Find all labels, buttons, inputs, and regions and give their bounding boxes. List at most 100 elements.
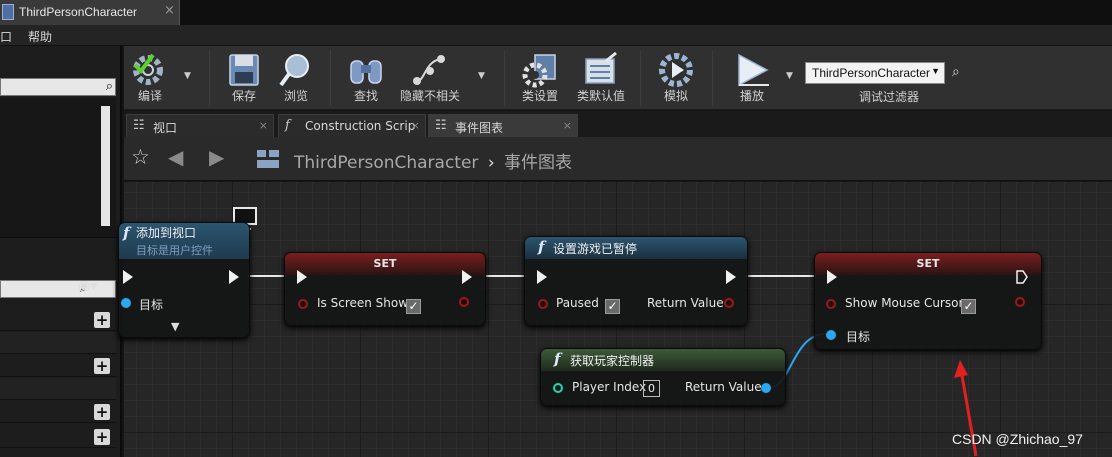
add-variable-icon[interactable]: +: [94, 404, 110, 420]
menu-item-window[interactable]: 口: [0, 28, 12, 45]
player-index-pin[interactable]: [553, 383, 563, 393]
node-title: 获取玩家控制器: [570, 354, 655, 368]
node-title: SET: [373, 257, 397, 270]
close-icon[interactable]: ×: [259, 119, 268, 132]
node-set-is-screen-show[interactable]: SET Is Screen Show ✓: [284, 252, 486, 326]
exec-out-pin[interactable]: [1016, 270, 1028, 284]
add-function-icon[interactable]: +: [94, 358, 110, 374]
back-arrow-icon[interactable]: ◀: [168, 145, 183, 169]
tab-viewport-label: 视口: [153, 121, 178, 135]
browse-icon: [279, 54, 309, 87]
class-settings-icon: [522, 54, 556, 88]
variables-section[interactable]: [0, 378, 116, 400]
exec-in-pin[interactable]: [537, 270, 547, 284]
exec-in-pin[interactable]: [123, 270, 133, 284]
window-tab[interactable]: ThirdPersonCharacter ×: [0, 0, 180, 25]
play-button[interactable]: 播放: [728, 46, 776, 108]
watermark: CSDN @Zhichao_97: [952, 431, 1083, 447]
star-icon[interactable]: ☆: [131, 145, 150, 169]
function-icon: f: [285, 118, 290, 133]
show-mouse-cursor-input-pin[interactable]: [826, 299, 836, 309]
bool-output-pin[interactable]: [459, 297, 469, 307]
player-index-input[interactable]: 0: [643, 380, 660, 397]
function-icon: f: [554, 350, 561, 368]
find-button[interactable]: 查找: [344, 46, 388, 108]
breadcrumb-current: 事件图表: [504, 153, 573, 173]
tab-construction-script-label: Construction Scrip: [305, 119, 416, 133]
my-blueprint-search-input[interactable]: ⌕: [0, 280, 116, 298]
close-icon[interactable]: ×: [563, 119, 572, 132]
chevron-down-icon: ▼: [931, 66, 940, 76]
components-search-input[interactable]: ⌕: [0, 78, 116, 96]
tab-event-graph[interactable]: ☷ 事件图表 ×: [428, 114, 578, 137]
window-titlebar: ThirdPersonCharacter ×: [0, 0, 1112, 25]
breadcrumb: ThirdPersonCharacter › 事件图表: [294, 148, 572, 173]
close-icon[interactable]: ×: [164, 3, 175, 18]
event-dispatchers-section[interactable]: +: [0, 401, 116, 423]
target-pin[interactable]: [121, 298, 131, 308]
compile-button[interactable]: 编译: [126, 46, 174, 108]
paused-input-pin[interactable]: [538, 299, 548, 309]
exec-out-pin[interactable]: [229, 270, 239, 284]
hide-unrelated-label: 隐藏不相关: [399, 89, 460, 103]
play-icon: [738, 53, 769, 87]
exec-in-pin[interactable]: [827, 270, 837, 284]
chevron-down-icon[interactable]: ▼: [478, 71, 485, 81]
add-dispatcher-icon[interactable]: +: [94, 429, 110, 445]
is-screen-show-checkbox[interactable]: ✓: [406, 299, 421, 314]
functions-section[interactable]: [0, 332, 116, 354]
toolbar-divider: [209, 50, 210, 106]
simulate-icon: [659, 53, 693, 87]
return-value-pin[interactable]: [761, 383, 771, 393]
add-graph-icon[interactable]: +: [94, 312, 110, 328]
exec-out-pin[interactable]: [462, 270, 472, 284]
blueprint-toolbar: 编译 ▼ 保存 浏览 查找 隐藏不相关 ▼ 类设置 类默认值 模拟 播放 ▼ T…: [124, 46, 1112, 110]
my-blueprint-panel: ⌕ ⌕ ◉▾ + + + +: [0, 46, 122, 457]
show-mouse-cursor-checkbox[interactable]: ✓: [961, 299, 976, 314]
tab-event-graph-label: 事件图表: [455, 121, 504, 135]
exec-out-pin[interactable]: [726, 270, 736, 284]
debug-filter-select[interactable]: ThirdPersonCharacter ▼: [805, 62, 945, 84]
target-pin[interactable]: [826, 330, 836, 340]
menu-item-help[interactable]: 帮助: [28, 28, 52, 45]
eye-icon[interactable]: ◉▾: [78, 278, 97, 294]
event-graph-icon: [257, 150, 279, 168]
save-button[interactable]: 保存: [222, 46, 266, 108]
node-add-to-viewport[interactable]: f 添加到视口 目标是用户控件 目标 ▼: [118, 222, 250, 338]
forward-arrow-icon[interactable]: ▶: [209, 145, 224, 169]
node-set-game-paused[interactable]: f 设置游戏已暂停 Paused ✓ Return Value: [524, 236, 748, 326]
event-graph-canvas[interactable]: f 添加到视口 目标是用户控件 目标 ▼ SET Is Screen Show …: [118, 182, 1112, 457]
bool-output-pin[interactable]: [1015, 297, 1025, 307]
hide-unrelated-button[interactable]: 隐藏不相关: [394, 46, 466, 108]
exec-in-pin[interactable]: [297, 270, 307, 284]
simulate-label: 模拟: [663, 89, 688, 103]
tab-construction-script[interactable]: f Construction Scrip ×: [278, 114, 426, 137]
local-variables-section[interactable]: +: [0, 426, 116, 448]
class-defaults-button[interactable]: 类默认值: [574, 46, 628, 108]
macros-section[interactable]: +: [0, 355, 116, 377]
simulate-button[interactable]: 模拟: [654, 46, 698, 108]
chevron-down-icon[interactable]: ▼: [786, 71, 793, 81]
tab-viewport[interactable]: ☷ 视口 ×: [126, 114, 274, 137]
return-value-label: Return Value: [647, 296, 724, 310]
return-value-pin[interactable]: [724, 298, 734, 308]
compile-icon: [133, 53, 163, 85]
search-icon[interactable]: ⌕: [952, 64, 960, 80]
function-icon: f: [538, 238, 545, 256]
graphs-section[interactable]: +: [0, 309, 116, 331]
node-set-show-mouse-cursor[interactable]: SET Show Mouse Cursor ✓ 目标: [814, 252, 1042, 350]
chevron-down-icon[interactable]: ▼: [184, 71, 191, 81]
breadcrumb-root[interactable]: ThirdPersonCharacter: [294, 153, 478, 173]
node-subtitle: 目标是用户控件: [136, 244, 213, 257]
paused-checkbox[interactable]: ✓: [605, 299, 620, 314]
scrollbar[interactable]: [101, 106, 110, 226]
class-settings-button[interactable]: 类设置: [516, 46, 564, 108]
expand-arrow-icon[interactable]: ▼: [171, 320, 179, 333]
debug-filter-label: 调试过滤器: [859, 90, 920, 104]
bool-input-pin[interactable]: [298, 299, 308, 309]
node-get-player-controller[interactable]: f 获取玩家控制器 Player Index 0 Return Value: [540, 348, 786, 406]
find-label: 查找: [353, 89, 378, 103]
browse-button[interactable]: 浏览: [274, 46, 318, 108]
show-mouse-cursor-label: Show Mouse Cursor: [845, 296, 964, 310]
close-icon[interactable]: ×: [411, 119, 420, 132]
